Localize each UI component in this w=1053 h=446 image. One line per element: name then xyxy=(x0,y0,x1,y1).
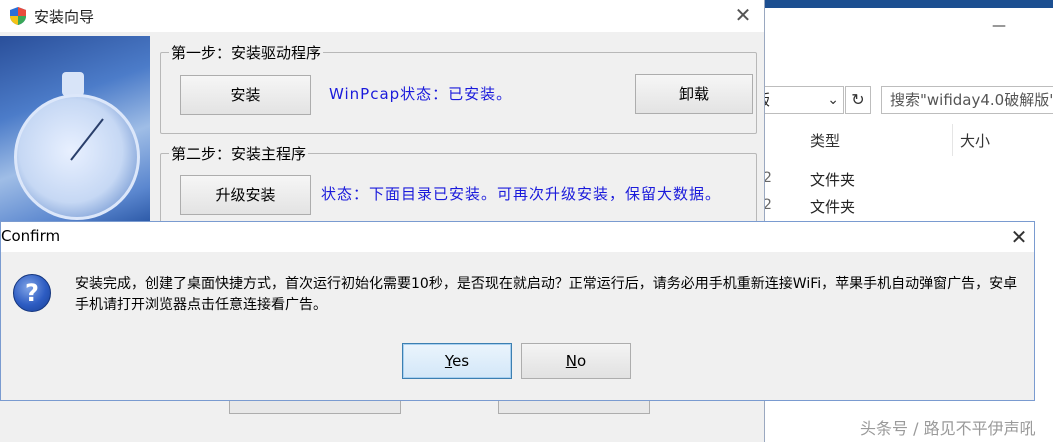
upgrade-install-button[interactable]: 升级安装 xyxy=(180,175,311,215)
confirm-dialog: Confirm ✕ ? 安装完成，创建了桌面快捷方式，首次运行初始化需要10秒，… xyxy=(0,221,1035,401)
confirm-title: Confirm xyxy=(1,227,61,245)
close-icon[interactable]: ✕ xyxy=(1007,225,1031,249)
explorer-titlebar xyxy=(760,0,1053,62)
explorer-accent-bar xyxy=(760,0,1053,8)
no-button[interactable]: No xyxy=(521,343,631,379)
winpcap-status: WinPcap状态：已安装。 xyxy=(329,85,513,103)
refresh-icon[interactable]: ↻ xyxy=(845,86,871,114)
stopwatch-banner-image xyxy=(0,36,150,222)
watermark-text: 头条号 / 路见不平伊声吼 xyxy=(860,419,1036,438)
step1-label: 第一步：安装驱动程序 xyxy=(169,42,324,63)
question-icon: ? xyxy=(13,274,51,312)
yes-button[interactable]: Yes xyxy=(402,343,512,379)
wizard-titlebar: 安装向导 ✕ xyxy=(0,0,764,32)
confirm-message: 安装完成，创建了桌面快捷方式，首次运行初始化需要10秒，是否现在就启动？正常运行… xyxy=(75,276,1018,313)
row-type: 文件夹 xyxy=(810,171,856,189)
wizard-title: 安装向导 xyxy=(34,8,95,26)
step2-label: 第二步：安装主程序 xyxy=(169,143,309,164)
install-status: 状态：下面目录已安装。可再次升级安装，保留大数据。 xyxy=(321,185,722,203)
close-icon[interactable]: ✕ xyxy=(733,5,753,25)
install-driver-button[interactable]: 安装 xyxy=(180,75,311,115)
minimize-button[interactable]: — xyxy=(992,18,1006,34)
uninstall-button[interactable]: 卸载 xyxy=(635,74,753,114)
confirm-titlebar: Confirm ✕ xyxy=(1,222,1034,252)
column-header-size[interactable]: 大小 xyxy=(960,130,990,151)
column-header-type[interactable]: 类型 xyxy=(810,130,840,151)
shield-icon xyxy=(10,7,26,25)
row-type: 文件夹 xyxy=(810,198,856,216)
chevron-down-icon[interactable]: ⌄ xyxy=(827,87,839,113)
column-divider[interactable] xyxy=(952,124,953,156)
search-input[interactable]: 搜索"wifiday4.0破解版" xyxy=(881,86,1053,114)
